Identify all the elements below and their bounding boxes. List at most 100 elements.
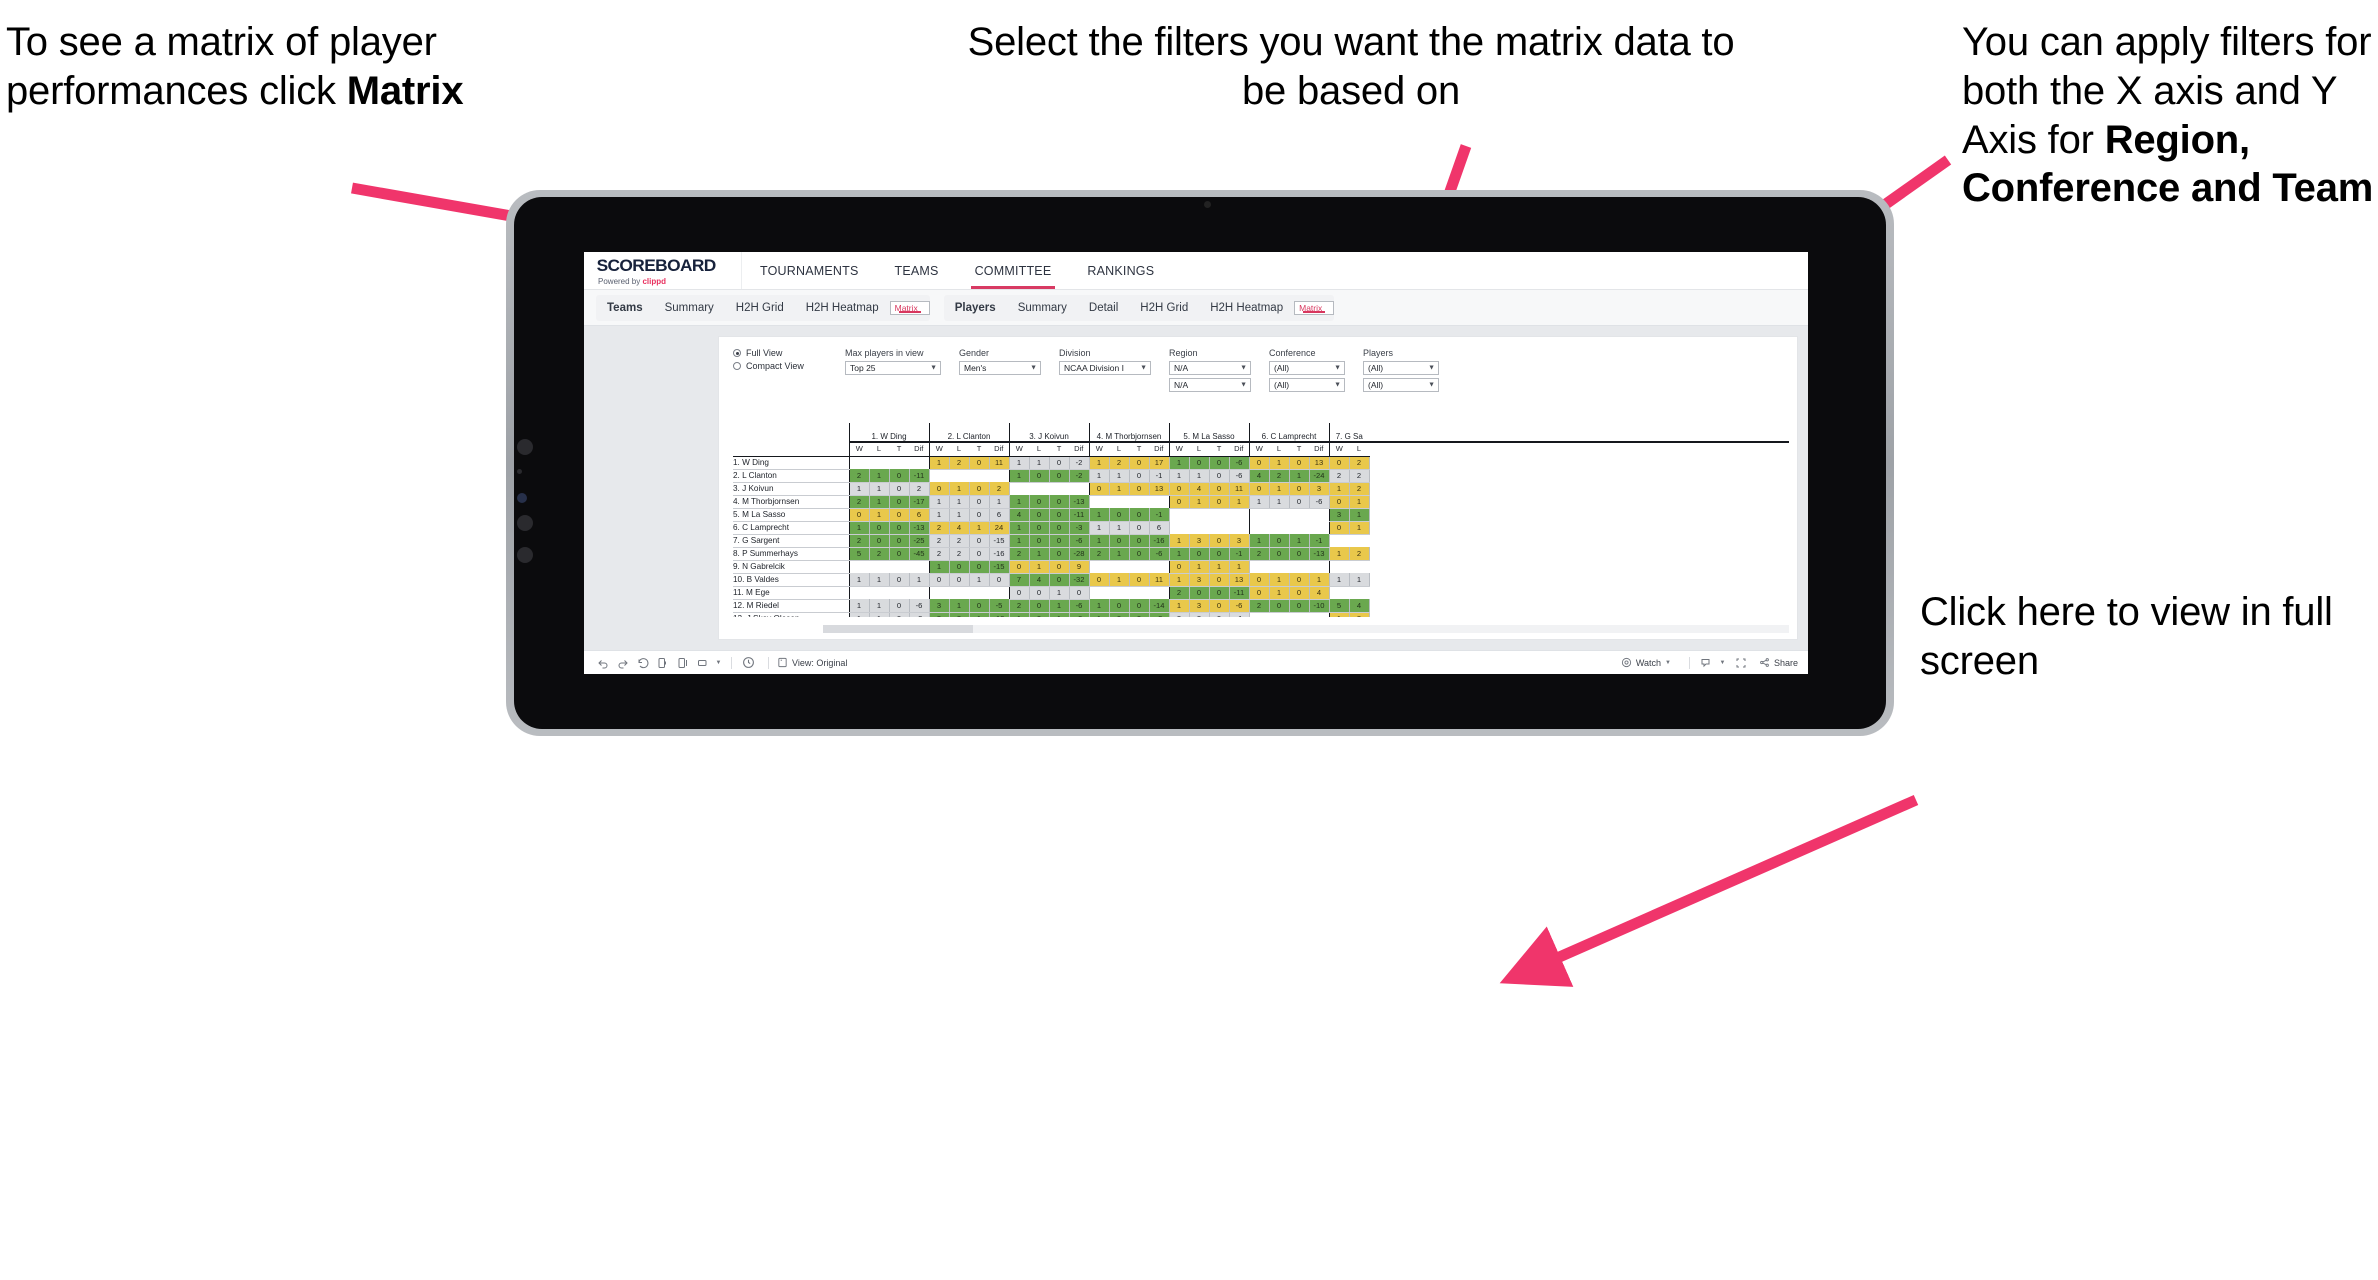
matrix-cell-empty[interactable] xyxy=(1309,560,1329,573)
matrix-cell[interactable]: 2 xyxy=(1328,469,1350,483)
matrix-cell[interactable]: 1 xyxy=(848,573,870,587)
matrix-cell[interactable]: -5 xyxy=(989,599,1010,613)
matrix-cell[interactable]: 5 xyxy=(1328,599,1350,613)
matrix-cell[interactable]: 0 xyxy=(1049,469,1070,483)
matrix-cell[interactable]: 1 xyxy=(969,521,990,535)
matrix-cell[interactable]: 0 xyxy=(1109,508,1130,522)
matrix-cell[interactable]: 1 xyxy=(1088,521,1110,535)
subscribe-icon[interactable] xyxy=(1698,654,1715,671)
matrix-cell-empty[interactable] xyxy=(989,469,1009,482)
matrix-cell[interactable]: 0 xyxy=(889,469,910,483)
matrix-cell[interactable]: 2 xyxy=(949,547,970,561)
matrix-cell[interactable]: -6 xyxy=(1229,456,1250,470)
matrix-cell-empty[interactable] xyxy=(1289,521,1309,534)
matrix-cell[interactable]: 0 xyxy=(1049,456,1070,470)
matrix-cell[interactable]: 1 xyxy=(928,456,950,470)
matrix-cell[interactable]: 1 xyxy=(1229,495,1250,509)
matrix-cell-empty[interactable] xyxy=(1269,508,1289,521)
topnav-item-committee[interactable]: COMMITTEE xyxy=(957,252,1070,289)
matrix-cell-empty[interactable] xyxy=(928,586,949,599)
select-players-x[interactable]: (All) ▼ xyxy=(1363,361,1439,375)
matrix-cell[interactable]: 4 xyxy=(1189,482,1210,496)
matrix-cell-empty[interactable] xyxy=(1168,508,1189,521)
share-button[interactable]: Share xyxy=(1759,657,1798,668)
matrix-cell[interactable]: 4 xyxy=(1309,586,1330,600)
matrix-cell-empty[interactable] xyxy=(1189,521,1209,534)
matrix-cell[interactable]: 2 xyxy=(1349,456,1370,470)
matrix-cell-empty[interactable] xyxy=(848,456,869,469)
matrix-cell[interactable]: -13 xyxy=(909,521,930,535)
matrix-cell[interactable]: 1 xyxy=(1029,456,1050,470)
select-max-players[interactable]: Top 25 ▼ xyxy=(845,361,941,375)
matrix-cell[interactable]: -6 xyxy=(1069,534,1090,548)
matrix-cell[interactable]: 0 xyxy=(1289,495,1310,509)
matrix-cell[interactable]: 1 xyxy=(1168,469,1190,483)
matrix-cell[interactable]: 0 xyxy=(869,521,890,535)
matrix-cell-empty[interactable] xyxy=(1008,482,1029,495)
matrix-cell-empty[interactable] xyxy=(1209,521,1229,534)
matrix-cell[interactable]: 2 xyxy=(928,534,950,548)
matrix-cell[interactable]: -13 xyxy=(1309,547,1330,561)
matrix-cell[interactable]: 0 xyxy=(1049,560,1070,574)
matrix-cell[interactable]: 0 xyxy=(1029,495,1050,509)
matrix-cell-empty[interactable] xyxy=(889,560,909,573)
matrix-cell[interactable]: 4 xyxy=(1008,508,1030,522)
matrix-cell[interactable]: -1 xyxy=(1229,547,1250,561)
matrix-cell-empty[interactable] xyxy=(1289,560,1309,573)
matrix-cell-empty[interactable] xyxy=(1309,612,1329,617)
matrix-cell[interactable]: 1 xyxy=(1209,560,1230,574)
matrix-cell-empty[interactable] xyxy=(889,456,909,469)
matrix-cell[interactable]: 0 xyxy=(1209,586,1230,600)
matrix-cell[interactable]: 0 xyxy=(928,482,950,496)
matrix-cell[interactable]: 0 xyxy=(969,508,990,522)
matrix-cell-empty[interactable] xyxy=(1189,508,1209,521)
matrix-cell[interactable]: -6 xyxy=(1069,599,1090,613)
matrix-cell[interactable]: 0 xyxy=(949,560,970,574)
matrix-cell[interactable]: -14 xyxy=(1149,599,1170,613)
matrix-cell[interactable]: 0 xyxy=(1029,521,1050,535)
matrix-cell[interactable]: 0 xyxy=(1029,469,1050,483)
select-region-x[interactable]: N/A ▼ xyxy=(1169,361,1251,375)
matrix-cell[interactable]: 0 xyxy=(1008,586,1030,600)
select-players-y[interactable]: (All) ▼ xyxy=(1363,378,1439,392)
matrix-cell-empty[interactable] xyxy=(1029,482,1049,495)
matrix-cell[interactable]: 1 xyxy=(1189,560,1210,574)
matrix-cell[interactable]: 1 xyxy=(1049,586,1070,600)
matrix-cell[interactable]: 1 xyxy=(1229,560,1250,574)
matrix-cell[interactable]: 4 xyxy=(949,521,970,535)
matrix-cell[interactable]: 1 xyxy=(1168,573,1190,587)
matrix-cell[interactable]: 5 xyxy=(848,547,870,561)
matrix-cell[interactable]: -1 xyxy=(1149,469,1170,483)
matrix-cell[interactable]: -2 xyxy=(1069,456,1090,470)
matrix-cell-empty[interactable] xyxy=(909,586,929,599)
matrix-cell[interactable]: 1 xyxy=(1248,495,1270,509)
matrix-cell[interactable]: -1 xyxy=(1229,612,1250,617)
matrix-cell[interactable]: 2 xyxy=(989,482,1010,496)
topnav-item-rankings[interactable]: RANKINGS xyxy=(1069,252,1172,289)
matrix-cell-empty[interactable] xyxy=(989,586,1009,599)
matrix-cell[interactable]: 24 xyxy=(989,521,1010,535)
matrix-cell[interactable]: 1 xyxy=(1008,495,1030,509)
matrix-cell[interactable]: 0 xyxy=(1088,573,1110,587)
matrix-cell[interactable]: 2 xyxy=(1008,599,1030,613)
matrix-cell-empty[interactable] xyxy=(1149,560,1169,573)
matrix-cell[interactable]: 0 xyxy=(1049,495,1070,509)
matrix-cell[interactable]: 0 xyxy=(1328,456,1350,470)
matrix-cell[interactable]: -15 xyxy=(989,560,1010,574)
matrix-cell[interactable]: 0 xyxy=(889,547,910,561)
matrix-cell-empty[interactable] xyxy=(1328,586,1349,599)
matrix-cell[interactable]: 0 xyxy=(1289,586,1310,600)
matrix-cell[interactable]: 0 xyxy=(889,534,910,548)
matrix-cell[interactable]: 0 xyxy=(1029,612,1050,617)
matrix-cell[interactable]: 1 xyxy=(1088,469,1110,483)
matrix-cell[interactable]: -9 xyxy=(1069,612,1090,617)
matrix-cell[interactable]: -6 xyxy=(1229,469,1250,483)
matrix-cell-empty[interactable] xyxy=(1248,508,1269,521)
matrix-cell[interactable]: 1 xyxy=(1168,599,1190,613)
matrix-cell[interactable]: 3 xyxy=(1229,534,1250,548)
matrix-cell[interactable]: 0 xyxy=(1049,508,1070,522)
topnav-item-tournaments[interactable]: TOURNAMENTS xyxy=(742,252,877,289)
matrix-cell[interactable]: 3 xyxy=(1328,508,1350,522)
matrix-cell[interactable]: 1 xyxy=(1008,521,1030,535)
matrix-cell[interactable]: 0 xyxy=(889,495,910,509)
